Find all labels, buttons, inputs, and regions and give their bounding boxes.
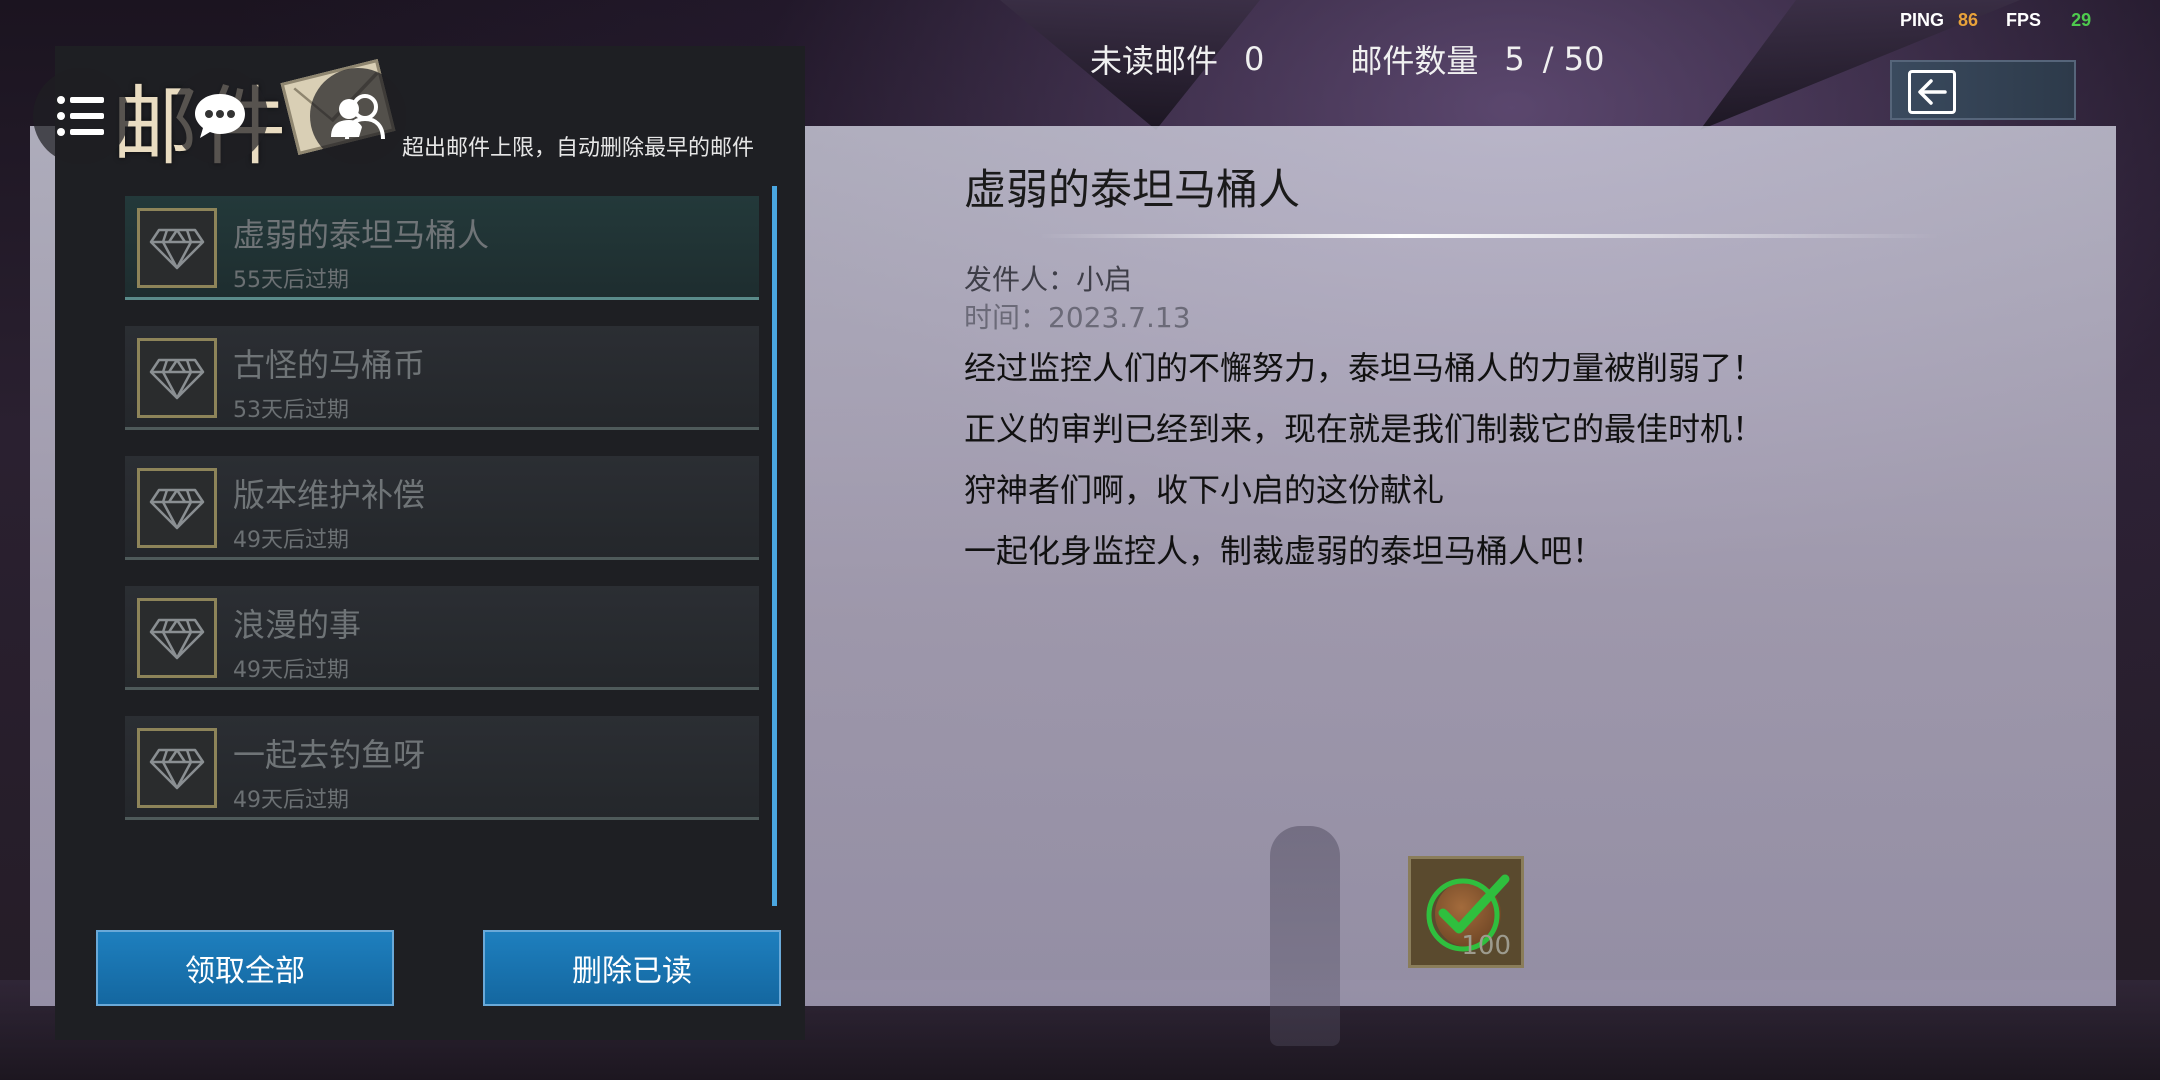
mail-item-expiry: 53天后过期	[233, 398, 349, 423]
ping-label: PING	[1900, 10, 1945, 30]
people-icon	[331, 94, 385, 140]
mail-count: 5	[1504, 40, 1525, 78]
mail-list: 虚弱的泰坦马桶人 55天后过期 古怪的马桶币 53天后过期 版本维护补偿 49天…	[125, 196, 759, 846]
diamond-icon	[137, 338, 217, 418]
mail-list-item[interactable]: 版本维护补偿 49天后过期	[125, 456, 759, 560]
mail-list-item[interactable]: 古怪的马桶币 53天后过期	[125, 326, 759, 430]
mail-count-max: / 50	[1542, 40, 1605, 78]
detail-time: 时间：2023.7.13	[964, 301, 1191, 334]
menu-button[interactable]	[33, 68, 129, 164]
friends-button[interactable]	[310, 68, 406, 164]
fps-label: FPS	[2006, 10, 2042, 30]
reward-quantity: 100	[1461, 931, 1511, 961]
mail-item-expiry: 49天后过期	[233, 528, 349, 553]
mail-item-expiry: 49天后过期	[233, 658, 349, 683]
mail-list-item[interactable]: 浪漫的事 49天后过期	[125, 586, 759, 690]
detail-title: 虚弱的泰坦马桶人	[964, 165, 1301, 214]
perf-overlay: PING 86 FPS 29	[1900, 10, 2091, 31]
mail-item-title: 古怪的马桶币	[233, 346, 426, 384]
unread-label: 未读邮件	[1090, 42, 1219, 80]
detail-divider	[1040, 234, 1940, 238]
body-line: 经过监控人们的不懈努力，泰坦马桶人的力量被削弱了！	[964, 349, 1765, 387]
detail-sender: 发件人：小启	[964, 263, 1133, 296]
menu-icon	[57, 96, 104, 136]
mail-list-item[interactable]: 一起去钓鱼呀 49天后过期	[125, 716, 759, 820]
diamond-icon	[137, 728, 217, 808]
body-line: 正义的审判已经到来，现在就是我们制裁它的最佳时机！	[964, 410, 1765, 448]
mail-item-expiry: 49天后过期	[233, 788, 349, 813]
delete-read-button[interactable]: 删除已读	[483, 930, 781, 1006]
mail-limit-note: 超出邮件上限，自动删除最早的邮件	[402, 136, 755, 161]
mail-stats: 未读邮件 0 邮件数量 5 / 50	[1090, 36, 1604, 82]
diamond-icon	[137, 598, 217, 678]
mail-item-expiry: 55天后过期	[233, 268, 349, 293]
collect-all-button[interactable]: 领取全部	[96, 930, 394, 1006]
mail-item-title: 一起去钓鱼呀	[233, 736, 426, 774]
scrollbar-thumb[interactable]	[772, 186, 777, 906]
unread-count: 0	[1244, 40, 1265, 78]
diamond-icon	[137, 208, 217, 288]
back-button[interactable]	[1890, 60, 2076, 120]
detail-body: 经过监控人们的不懈努力，泰坦马桶人的力量被削弱了！ 正义的审判已经到来，现在就是…	[964, 338, 1764, 582]
chat-button[interactable]	[172, 68, 268, 164]
mail-count-label: 邮件数量	[1350, 42, 1479, 80]
diamond-icon	[137, 468, 217, 548]
reward-item[interactable]: 100	[1408, 856, 1524, 968]
chat-icon	[195, 94, 245, 138]
mail-item-title: 虚弱的泰坦马桶人	[233, 216, 490, 254]
fps-value: 29	[2071, 10, 2092, 30]
ping-value: 86	[1958, 10, 1979, 30]
back-arrow-icon	[1908, 70, 1956, 114]
mail-list-scrollbar[interactable]	[772, 186, 777, 906]
mail-list-item[interactable]: 虚弱的泰坦马桶人 55天后过期	[125, 196, 759, 300]
body-line: 一起化身监控人，制裁虚弱的泰坦马桶人吧！	[964, 532, 1605, 570]
body-line: 狩神者们啊，收下小启的这份献礼	[964, 471, 1445, 509]
mail-item-title: 版本维护补偿	[233, 476, 426, 514]
mail-item-title: 浪漫的事	[233, 606, 362, 644]
background-figure	[1270, 826, 1340, 1046]
